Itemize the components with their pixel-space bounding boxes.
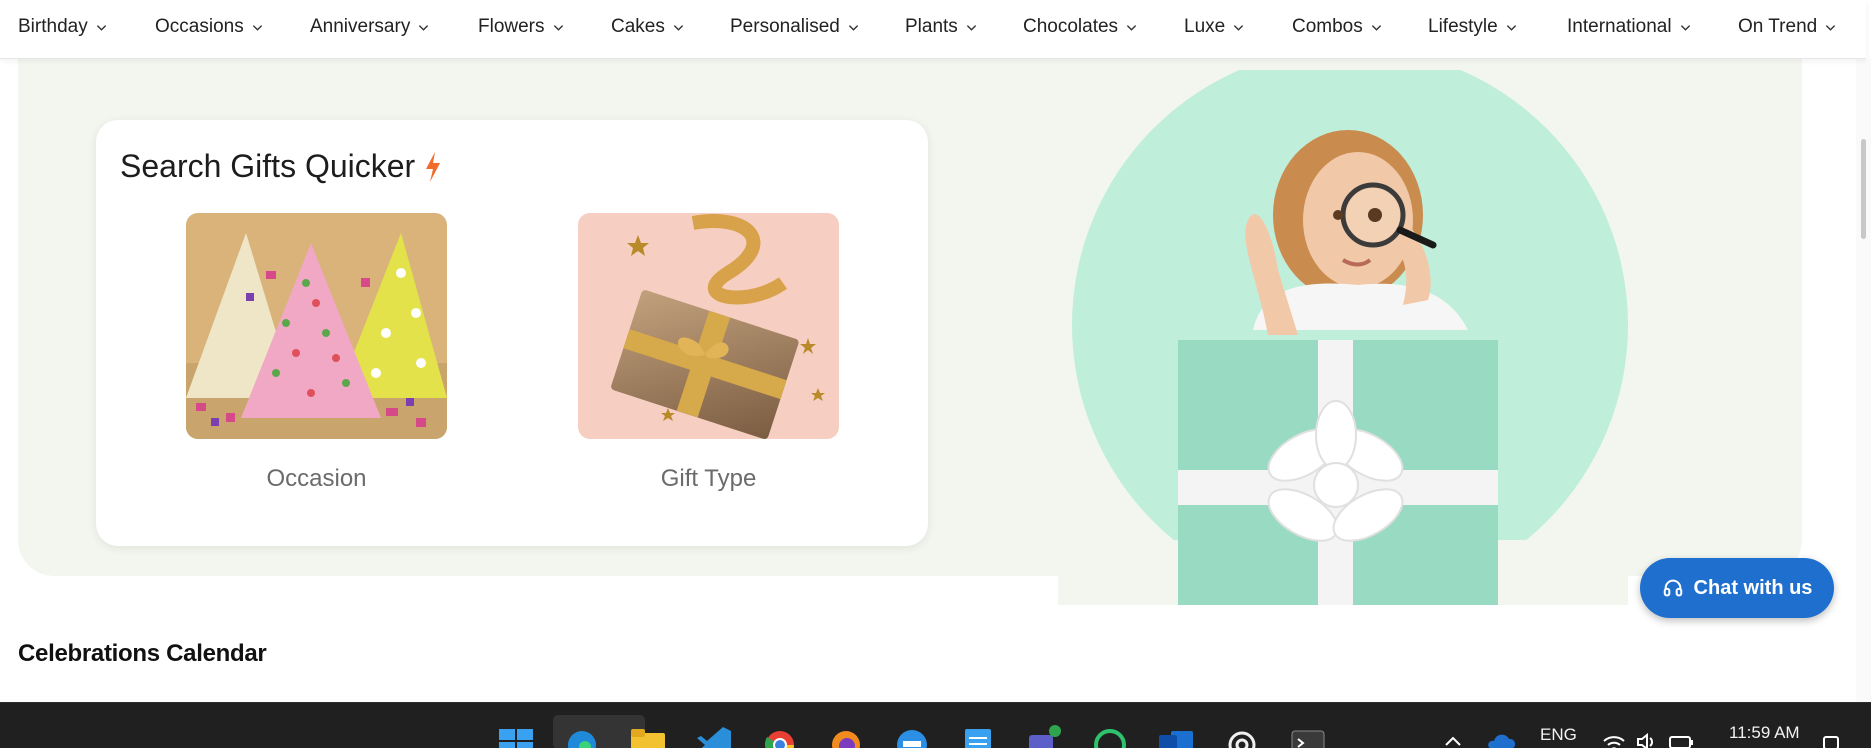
volume-icon[interactable]	[1636, 733, 1658, 748]
nav-item-occasions[interactable]: Occasions	[155, 16, 263, 38]
firefox-icon[interactable]	[827, 725, 865, 748]
vscode-icon[interactable]	[695, 725, 733, 748]
nav-item-chocolates[interactable]: Chocolates	[1023, 16, 1137, 38]
nav-item-luxe[interactable]: Luxe	[1184, 16, 1244, 38]
notepad-icon[interactable]	[959, 725, 997, 748]
nav-item-label: Occasions	[155, 16, 244, 37]
clock-time[interactable]: 11:59 AM	[1729, 723, 1800, 743]
nav-item-label: Cakes	[611, 16, 665, 37]
woman-with-magnifying-glass-illustration	[1058, 70, 1628, 605]
chevron-down-icon	[673, 24, 683, 31]
windows-taskbar: ENG 11:59 AM	[0, 702, 1871, 748]
chevron-down-icon	[848, 24, 858, 31]
chevron-down-icon	[1506, 24, 1516, 31]
scrollbar-thumb[interactable]	[1861, 139, 1866, 239]
language-indicator[interactable]: ENG	[1540, 725, 1577, 745]
nav-item-on-trend[interactable]: On Trend	[1738, 16, 1836, 38]
chevron-down-icon	[1126, 24, 1137, 31]
nav-item-anniversary[interactable]: Anniversary	[310, 16, 429, 38]
chevron-down-icon	[419, 24, 429, 31]
chevron-down-icon	[1371, 24, 1381, 31]
occasion-label[interactable]: Occasion	[186, 465, 447, 493]
nav-item-label: Combos	[1292, 16, 1363, 37]
nav-item-personalised[interactable]: Personalised	[730, 16, 859, 38]
search-gifts-card: Search Gifts Quicker Occasion Gift Type	[96, 120, 928, 546]
nav-item-label: Chocolates	[1023, 16, 1119, 37]
nav-item-label: Flowers	[478, 16, 545, 37]
terminal-icon[interactable]	[1289, 725, 1327, 748]
windows-start-icon[interactable]	[497, 725, 535, 748]
search-card-title: Search Gifts Quicker	[120, 148, 443, 185]
gift-type-label[interactable]: Gift Type	[578, 465, 839, 493]
celebrations-calendar-heading: Celebrations Calendar	[18, 640, 267, 667]
wifi-icon[interactable]	[1602, 733, 1626, 748]
occasion-tile[interactable]	[186, 213, 447, 439]
nav-item-flowers[interactable]: Flowers	[478, 16, 564, 38]
whatsapp-icon[interactable]	[1091, 725, 1129, 748]
page-scrollbar[interactable]	[1856, 59, 1871, 702]
nav-item-international[interactable]: International	[1567, 16, 1691, 38]
chevron-down-icon	[966, 24, 976, 31]
docker-icon[interactable]	[893, 725, 931, 748]
chevron-down-icon	[1234, 24, 1244, 31]
chevron-down-icon	[1680, 24, 1690, 31]
search-card-title-text: Search Gifts Quicker	[120, 148, 416, 184]
edge-icon[interactable]	[563, 725, 601, 748]
lightning-bolt-icon	[426, 151, 441, 182]
chevron-down-icon	[252, 24, 262, 31]
chat-button-label: Chat with us	[1693, 576, 1813, 599]
nav-item-lifestyle[interactable]: Lifestyle	[1428, 16, 1517, 38]
party-hats-image	[186, 213, 447, 439]
nav-item-label: Personalised	[730, 16, 840, 37]
chat-with-us-button[interactable]: Chat with us	[1640, 558, 1834, 618]
file-explorer-icon[interactable]	[629, 725, 667, 748]
chevron-down-icon	[553, 24, 563, 31]
nav-item-label: Plants	[905, 16, 958, 37]
headset-icon	[1663, 579, 1682, 597]
chevron-up-icon[interactable]	[1444, 735, 1462, 747]
teams-icon[interactable]	[1025, 725, 1063, 748]
chrome-icon[interactable]	[761, 725, 799, 748]
nav-item-label: Birthday	[18, 16, 88, 37]
nav-item-plants[interactable]: Plants	[905, 16, 977, 38]
nav-item-label: Anniversary	[310, 16, 411, 37]
notifications-icon[interactable]	[1822, 735, 1840, 748]
chevron-down-icon	[96, 24, 106, 31]
category-nav: Birthday Occasions Anniversary Flowers C…	[0, 0, 1866, 59]
battery-icon[interactable]	[1668, 733, 1694, 748]
outlook-icon[interactable]	[1157, 725, 1195, 748]
chevron-down-icon	[1826, 24, 1836, 31]
onedrive-icon[interactable]	[1487, 733, 1515, 748]
nav-item-label: Luxe	[1184, 16, 1226, 37]
nav-item-cakes[interactable]: Cakes	[611, 16, 684, 38]
nav-item-label: On Trend	[1738, 16, 1818, 37]
hero-panel: Search Gifts Quicker Occasion Gift Type	[18, 30, 1802, 605]
nav-item-label: Lifestyle	[1428, 16, 1498, 37]
chatgpt-icon[interactable]	[1223, 725, 1261, 748]
gift-type-tile[interactable]	[578, 213, 839, 439]
nav-item-birthday[interactable]: Birthday	[18, 16, 107, 38]
nav-item-combos[interactable]: Combos	[1292, 16, 1382, 38]
nav-item-label: International	[1567, 16, 1672, 37]
gift-box-image	[578, 213, 839, 439]
